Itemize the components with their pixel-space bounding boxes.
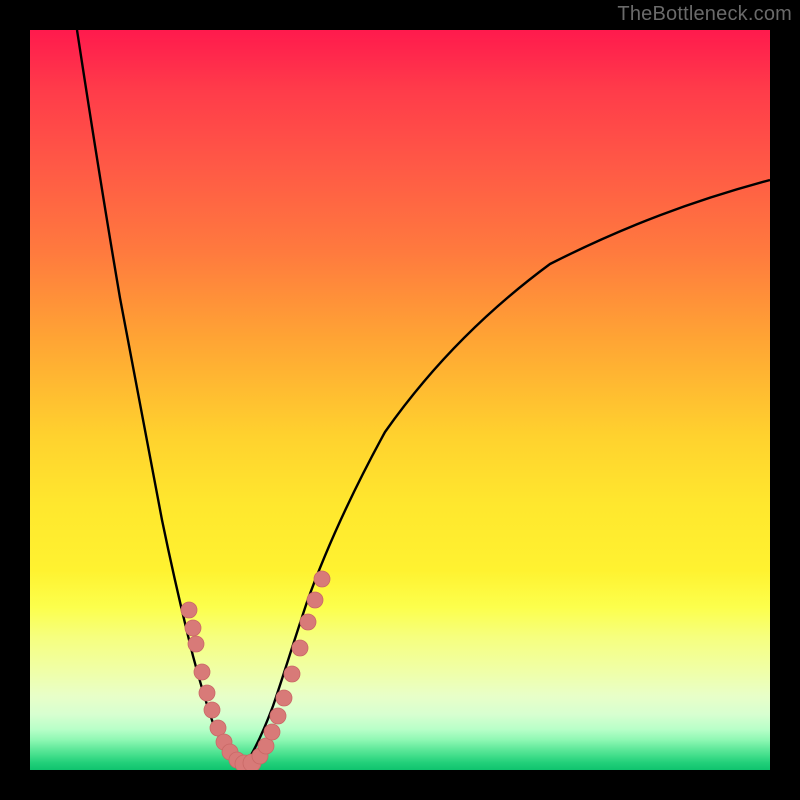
plot-area — [30, 30, 770, 770]
marker-dot — [194, 664, 210, 680]
watermark-text: TheBottleneck.com — [617, 3, 792, 26]
marker-dot — [284, 666, 300, 682]
marker-dot — [210, 720, 226, 736]
marker-dot — [199, 685, 215, 701]
marker-dot — [276, 690, 292, 706]
chart-svg — [30, 30, 770, 770]
marker-dot — [181, 602, 197, 618]
marker-dot — [264, 724, 280, 740]
marker-dot — [292, 640, 308, 656]
chart-frame: TheBottleneck.com — [0, 0, 800, 800]
marker-dot — [270, 708, 286, 724]
marker-dot — [300, 614, 316, 630]
marker-dot — [258, 738, 274, 754]
marker-dot — [307, 592, 323, 608]
marker-group — [181, 571, 330, 770]
curve-left — [77, 30, 245, 765]
marker-dot — [204, 702, 220, 718]
curve-right — [245, 180, 770, 765]
marker-dot — [188, 636, 204, 652]
marker-dot — [185, 620, 201, 636]
marker-dot — [314, 571, 330, 587]
